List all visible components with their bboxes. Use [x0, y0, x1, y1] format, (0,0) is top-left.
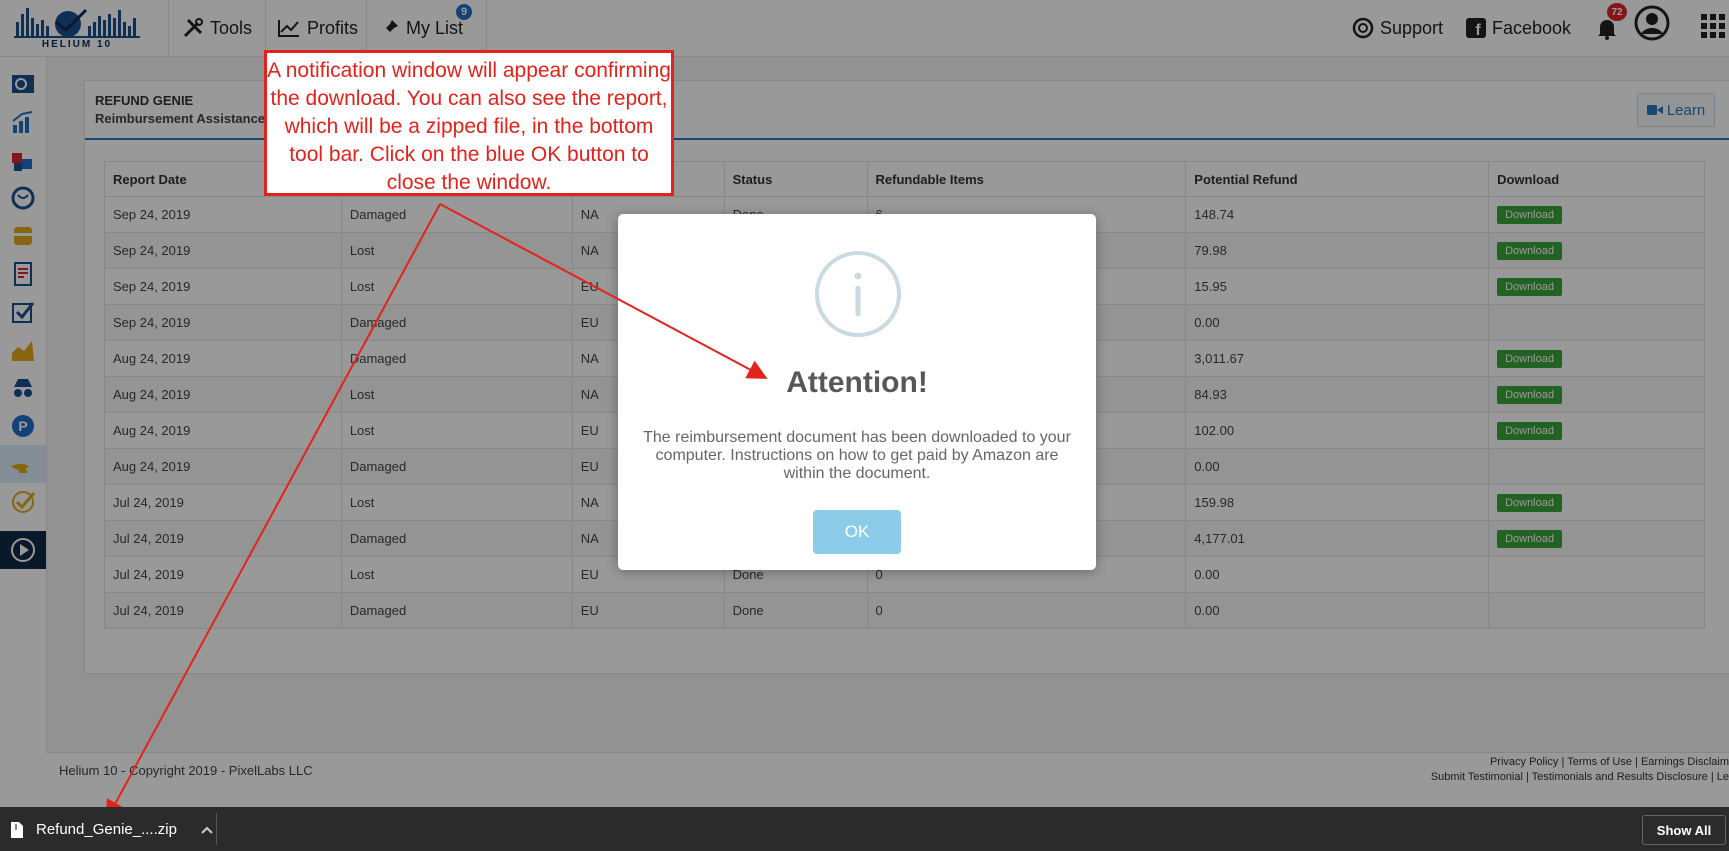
- download-item[interactable]: Refund_Genie_....zip: [10, 821, 213, 838]
- show-all-button[interactable]: Show All: [1642, 815, 1726, 845]
- ok-button[interactable]: OK: [813, 510, 901, 554]
- info-icon: [815, 251, 901, 337]
- zip-file-icon: [11, 821, 23, 838]
- dialog-title: Attention!: [786, 366, 928, 399]
- chevron-up-icon[interactable]: [201, 826, 213, 834]
- instruction-callout: A notification window will appear confir…: [264, 50, 674, 196]
- download-file-name: Refund_Genie_....zip: [36, 821, 177, 838]
- browser-download-bar: Refund_Genie_....zip Show All: [0, 807, 1729, 851]
- attention-dialog: Attention! The reimbursement document ha…: [618, 214, 1096, 570]
- dialog-message: The reimbursement document has been down…: [643, 429, 1071, 482]
- download-bar-divider: [216, 813, 217, 845]
